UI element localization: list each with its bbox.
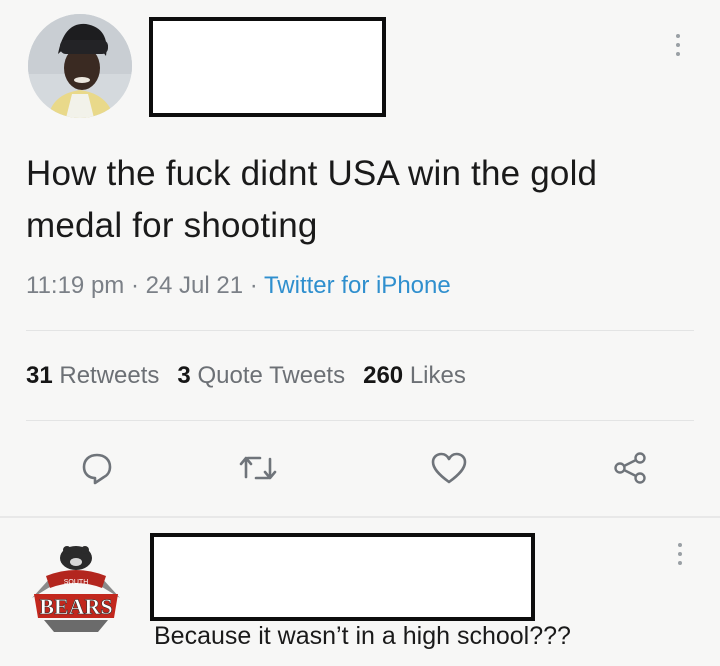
tweet-time: 11:19 pm (26, 272, 125, 299)
more-options-icon[interactable] (675, 34, 681, 56)
meta-separator: · (130, 272, 139, 299)
quotes-count: 3 (177, 362, 191, 389)
tweet-text: How the fuck didnt USA win the gold meda… (26, 154, 598, 245)
divider (26, 420, 694, 421)
like-heart-icon (431, 452, 467, 484)
reply-button[interactable] (75, 446, 119, 490)
tweet-meta: 11:19 pm · 24 Jul 21 · Twitter for iPhon… (26, 272, 451, 300)
divider (26, 330, 694, 331)
like-button[interactable] (427, 446, 471, 490)
tweet-stats: 31 Retweets 3 Quote Tweets 260 Likes (26, 362, 466, 390)
logo-small-text: SOUTH (64, 579, 89, 586)
meta-separator: · (249, 272, 258, 299)
retweets-label: Retweets (59, 362, 160, 389)
tweet-date: 24 Jul 21 (145, 272, 244, 299)
tweet-source-link[interactable]: Twitter for iPhone (264, 272, 451, 299)
reply-author-avatar[interactable]: SOUTH BEARS (22, 536, 130, 644)
quote-tweets-stat[interactable]: 3 Quote Tweets (177, 362, 345, 389)
retweet-button[interactable] (236, 446, 280, 490)
bears-logo-avatar: SOUTH BEARS (24, 538, 128, 642)
reply-author-name-redaction (150, 533, 535, 621)
share-button[interactable] (608, 446, 652, 490)
retweets-count: 31 (26, 362, 53, 389)
logo-banner-text: BEARS (39, 594, 112, 619)
retweets-stat[interactable]: 31 Retweets (26, 362, 159, 389)
author-avatar[interactable] (28, 14, 132, 118)
author-name-redaction (149, 17, 386, 117)
quotes-label: Quote Tweets (197, 362, 346, 389)
share-icon (614, 452, 646, 484)
reply-more-options-icon[interactable] (677, 543, 683, 565)
reply-icon (82, 453, 112, 485)
author-avatar-image (28, 14, 132, 118)
likes-count: 260 (363, 362, 404, 389)
retweet-icon (239, 456, 277, 480)
reply-text: Because it wasn’t in a high school??? (154, 622, 571, 650)
section-separator (0, 516, 720, 518)
likes-stat[interactable]: 260 Likes (363, 362, 466, 389)
likes-label: Likes (409, 362, 466, 389)
